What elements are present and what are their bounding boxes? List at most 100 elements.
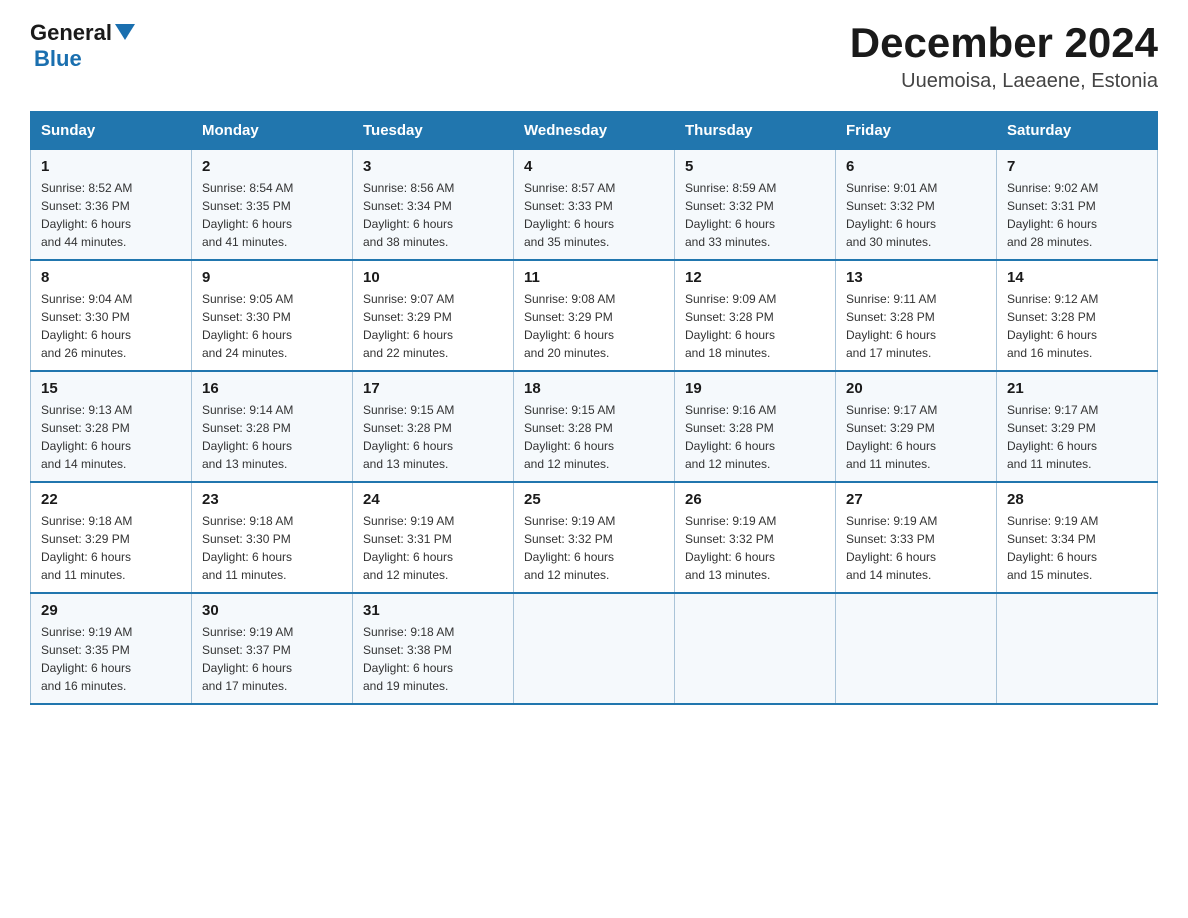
logo-triangle-icon xyxy=(115,24,135,40)
day-number: 1 xyxy=(41,158,181,175)
table-cell: 2 Sunrise: 8:54 AM Sunset: 3:35 PM Dayli… xyxy=(192,150,353,261)
table-cell xyxy=(675,593,836,704)
calendar-table: Sunday Monday Tuesday Wednesday Thursday… xyxy=(30,111,1158,705)
week-row-1: 1 Sunrise: 8:52 AM Sunset: 3:36 PM Dayli… xyxy=(31,150,1158,261)
day-number: 23 xyxy=(202,491,342,508)
day-info: Sunrise: 9:19 AM Sunset: 3:32 PM Dayligh… xyxy=(524,512,664,584)
day-number: 17 xyxy=(363,380,503,397)
day-number: 3 xyxy=(363,158,503,175)
day-number: 8 xyxy=(41,269,181,286)
table-cell: 22 Sunrise: 9:18 AM Sunset: 3:29 PM Dayl… xyxy=(31,482,192,593)
day-number: 10 xyxy=(363,269,503,286)
table-cell: 17 Sunrise: 9:15 AM Sunset: 3:28 PM Dayl… xyxy=(353,371,514,482)
day-number: 20 xyxy=(846,380,986,397)
logo-blue-text: Blue xyxy=(34,46,135,72)
header-row: Sunday Monday Tuesday Wednesday Thursday… xyxy=(31,112,1158,150)
table-cell: 15 Sunrise: 9:13 AM Sunset: 3:28 PM Dayl… xyxy=(31,371,192,482)
table-cell: 12 Sunrise: 9:09 AM Sunset: 3:28 PM Dayl… xyxy=(675,260,836,371)
col-saturday: Saturday xyxy=(997,112,1158,150)
table-cell: 13 Sunrise: 9:11 AM Sunset: 3:28 PM Dayl… xyxy=(836,260,997,371)
day-number: 24 xyxy=(363,491,503,508)
table-cell: 27 Sunrise: 9:19 AM Sunset: 3:33 PM Dayl… xyxy=(836,482,997,593)
day-info: Sunrise: 9:16 AM Sunset: 3:28 PM Dayligh… xyxy=(685,401,825,473)
day-info: Sunrise: 9:18 AM Sunset: 3:38 PM Dayligh… xyxy=(363,623,503,695)
col-wednesday: Wednesday xyxy=(514,112,675,150)
day-number: 6 xyxy=(846,158,986,175)
day-info: Sunrise: 9:09 AM Sunset: 3:28 PM Dayligh… xyxy=(685,290,825,362)
table-cell: 3 Sunrise: 8:56 AM Sunset: 3:34 PM Dayli… xyxy=(353,150,514,261)
table-cell: 9 Sunrise: 9:05 AM Sunset: 3:30 PM Dayli… xyxy=(192,260,353,371)
day-number: 27 xyxy=(846,491,986,508)
day-info: Sunrise: 9:19 AM Sunset: 3:31 PM Dayligh… xyxy=(363,512,503,584)
table-cell: 26 Sunrise: 9:19 AM Sunset: 3:32 PM Dayl… xyxy=(675,482,836,593)
day-info: Sunrise: 8:59 AM Sunset: 3:32 PM Dayligh… xyxy=(685,179,825,251)
day-number: 26 xyxy=(685,491,825,508)
day-info: Sunrise: 9:18 AM Sunset: 3:29 PM Dayligh… xyxy=(41,512,181,584)
day-info: Sunrise: 9:04 AM Sunset: 3:30 PM Dayligh… xyxy=(41,290,181,362)
day-info: Sunrise: 8:57 AM Sunset: 3:33 PM Dayligh… xyxy=(524,179,664,251)
week-row-2: 8 Sunrise: 9:04 AM Sunset: 3:30 PM Dayli… xyxy=(31,260,1158,371)
day-number: 18 xyxy=(524,380,664,397)
day-number: 16 xyxy=(202,380,342,397)
col-sunday: Sunday xyxy=(31,112,192,150)
week-row-3: 15 Sunrise: 9:13 AM Sunset: 3:28 PM Dayl… xyxy=(31,371,1158,482)
table-cell: 6 Sunrise: 9:01 AM Sunset: 3:32 PM Dayli… xyxy=(836,150,997,261)
table-cell: 30 Sunrise: 9:19 AM Sunset: 3:37 PM Dayl… xyxy=(192,593,353,704)
table-cell: 8 Sunrise: 9:04 AM Sunset: 3:30 PM Dayli… xyxy=(31,260,192,371)
table-cell: 11 Sunrise: 9:08 AM Sunset: 3:29 PM Dayl… xyxy=(514,260,675,371)
day-number: 30 xyxy=(202,602,342,619)
col-thursday: Thursday xyxy=(675,112,836,150)
day-info: Sunrise: 9:14 AM Sunset: 3:28 PM Dayligh… xyxy=(202,401,342,473)
day-info: Sunrise: 9:19 AM Sunset: 3:32 PM Dayligh… xyxy=(685,512,825,584)
day-info: Sunrise: 8:54 AM Sunset: 3:35 PM Dayligh… xyxy=(202,179,342,251)
logo-text: General xyxy=(30,20,135,46)
day-number: 2 xyxy=(202,158,342,175)
day-info: Sunrise: 8:56 AM Sunset: 3:34 PM Dayligh… xyxy=(363,179,503,251)
day-number: 11 xyxy=(524,269,664,286)
day-info: Sunrise: 9:01 AM Sunset: 3:32 PM Dayligh… xyxy=(846,179,986,251)
table-cell: 7 Sunrise: 9:02 AM Sunset: 3:31 PM Dayli… xyxy=(997,150,1158,261)
logo-general-text: General xyxy=(30,20,112,46)
table-cell xyxy=(514,593,675,704)
day-number: 31 xyxy=(363,602,503,619)
table-cell: 28 Sunrise: 9:19 AM Sunset: 3:34 PM Dayl… xyxy=(997,482,1158,593)
day-info: Sunrise: 9:12 AM Sunset: 3:28 PM Dayligh… xyxy=(1007,290,1147,362)
page-container: General Blue December 2024 Uuemoisa, Lae… xyxy=(0,0,1188,725)
day-number: 28 xyxy=(1007,491,1147,508)
day-number: 25 xyxy=(524,491,664,508)
day-info: Sunrise: 9:13 AM Sunset: 3:28 PM Dayligh… xyxy=(41,401,181,473)
week-row-4: 22 Sunrise: 9:18 AM Sunset: 3:29 PM Dayl… xyxy=(31,482,1158,593)
table-cell: 23 Sunrise: 9:18 AM Sunset: 3:30 PM Dayl… xyxy=(192,482,353,593)
month-title: December 2024 xyxy=(850,20,1158,66)
col-tuesday: Tuesday xyxy=(353,112,514,150)
day-number: 14 xyxy=(1007,269,1147,286)
day-number: 22 xyxy=(41,491,181,508)
day-info: Sunrise: 8:52 AM Sunset: 3:36 PM Dayligh… xyxy=(41,179,181,251)
table-cell: 21 Sunrise: 9:17 AM Sunset: 3:29 PM Dayl… xyxy=(997,371,1158,482)
day-info: Sunrise: 9:17 AM Sunset: 3:29 PM Dayligh… xyxy=(1007,401,1147,473)
table-cell: 10 Sunrise: 9:07 AM Sunset: 3:29 PM Dayl… xyxy=(353,260,514,371)
day-info: Sunrise: 9:19 AM Sunset: 3:35 PM Dayligh… xyxy=(41,623,181,695)
day-info: Sunrise: 9:19 AM Sunset: 3:37 PM Dayligh… xyxy=(202,623,342,695)
day-number: 29 xyxy=(41,602,181,619)
table-cell: 18 Sunrise: 9:15 AM Sunset: 3:28 PM Dayl… xyxy=(514,371,675,482)
table-cell: 16 Sunrise: 9:14 AM Sunset: 3:28 PM Dayl… xyxy=(192,371,353,482)
day-info: Sunrise: 9:08 AM Sunset: 3:29 PM Dayligh… xyxy=(524,290,664,362)
day-info: Sunrise: 9:15 AM Sunset: 3:28 PM Dayligh… xyxy=(363,401,503,473)
day-info: Sunrise: 9:17 AM Sunset: 3:29 PM Dayligh… xyxy=(846,401,986,473)
week-row-5: 29 Sunrise: 9:19 AM Sunset: 3:35 PM Dayl… xyxy=(31,593,1158,704)
day-number: 12 xyxy=(685,269,825,286)
day-number: 4 xyxy=(524,158,664,175)
table-cell xyxy=(997,593,1158,704)
day-info: Sunrise: 9:19 AM Sunset: 3:33 PM Dayligh… xyxy=(846,512,986,584)
day-info: Sunrise: 9:19 AM Sunset: 3:34 PM Dayligh… xyxy=(1007,512,1147,584)
day-number: 13 xyxy=(846,269,986,286)
day-info: Sunrise: 9:05 AM Sunset: 3:30 PM Dayligh… xyxy=(202,290,342,362)
col-monday: Monday xyxy=(192,112,353,150)
col-friday: Friday xyxy=(836,112,997,150)
day-info: Sunrise: 9:18 AM Sunset: 3:30 PM Dayligh… xyxy=(202,512,342,584)
day-info: Sunrise: 9:15 AM Sunset: 3:28 PM Dayligh… xyxy=(524,401,664,473)
day-info: Sunrise: 9:07 AM Sunset: 3:29 PM Dayligh… xyxy=(363,290,503,362)
logo: General Blue xyxy=(30,20,135,72)
day-number: 19 xyxy=(685,380,825,397)
